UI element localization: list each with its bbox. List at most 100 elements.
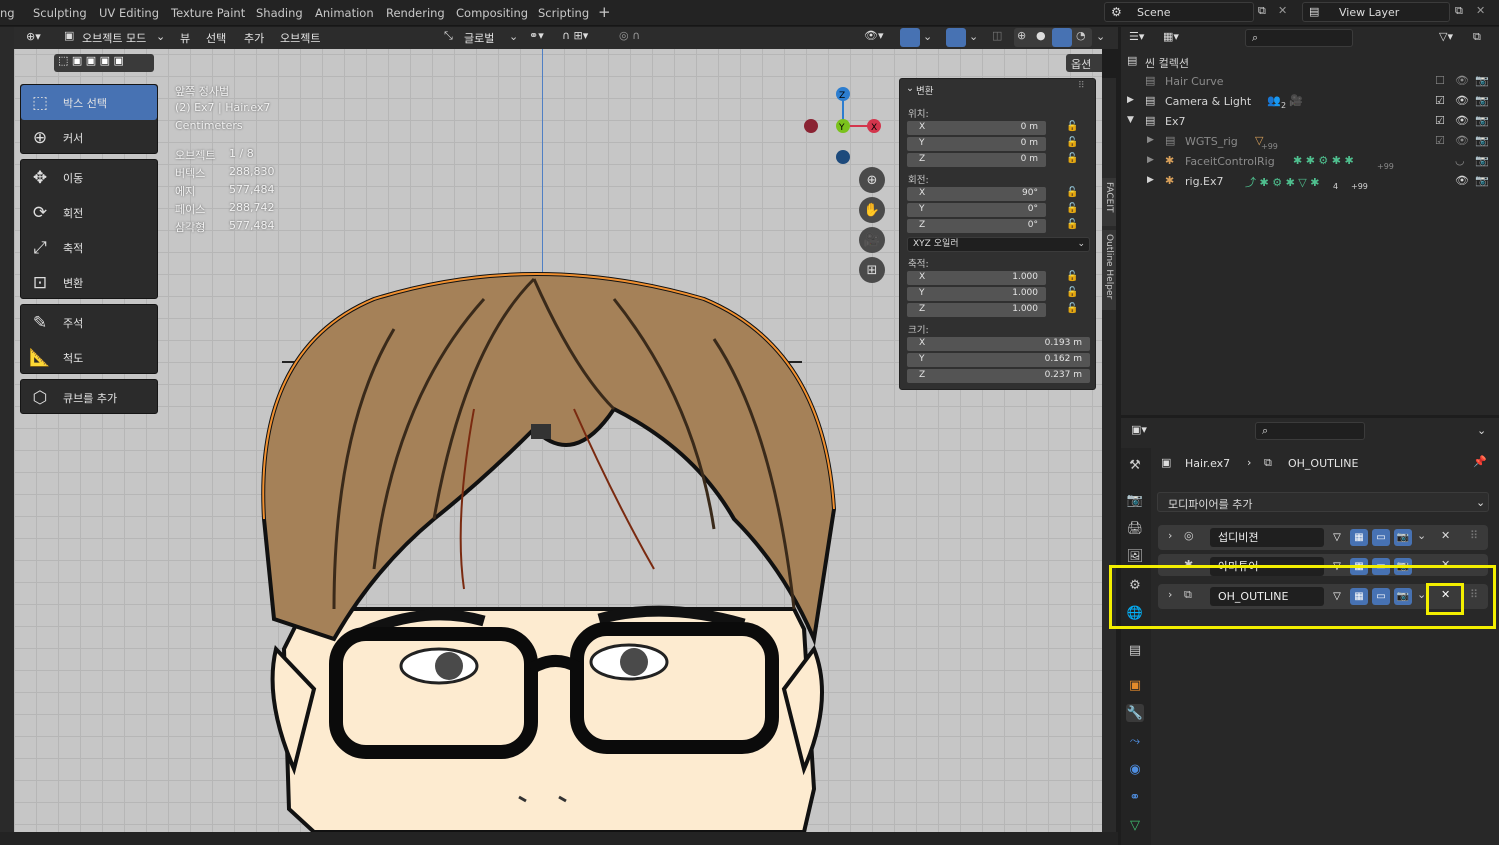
camera-icon[interactable]: 📷 <box>1475 74 1489 87</box>
tool-tab-icon[interactable]: ⚒ <box>1126 456 1144 474</box>
outliner-search-input[interactable]: ⌕ <box>1245 29 1353 47</box>
pin-icon[interactable]: 📌 <box>1473 455 1487 468</box>
add-modifier-dropdown[interactable]: 모디파이어를 추가 ⌄ <box>1157 492 1489 512</box>
tool-add-cube[interactable]: ⬡ 큐브를 추가 <box>21 380 157 415</box>
rotation-mode-dropdown[interactable]: XYZ 오일러 ⌄ <box>907 237 1090 252</box>
rendered-shading-icon[interactable]: ◔ <box>1076 29 1086 42</box>
workspace-tab[interactable]: ng <box>0 6 15 20</box>
object-tab-icon[interactable]: ▣ <box>1126 676 1144 694</box>
chevron-right-icon[interactable]: ▶ <box>1147 155 1154 165</box>
lock-icon[interactable]: 🔓 <box>1066 219 1078 230</box>
camera-icon[interactable]: 📷 <box>1475 134 1489 147</box>
snap-icon[interactable]: ∩ ⊞▾ <box>562 29 588 42</box>
constraints-tab-icon[interactable]: ⚭ <box>1126 788 1144 806</box>
wireframe-shading-icon[interactable]: ⊕ <box>1017 29 1026 42</box>
properties-search-input[interactable]: ⌕ <box>1255 422 1365 440</box>
chevron-right-icon[interactable]: ▶ <box>1147 135 1154 145</box>
tool-scale[interactable]: ⤢ 축적 <box>21 230 157 265</box>
ortho-grid-icon[interactable]: ⊞ <box>859 257 885 283</box>
checkbox-checked-icon[interactable]: ☑ <box>1435 134 1445 147</box>
pivot-icon[interactable]: ⚭▾ <box>529 29 544 42</box>
tool-move[interactable]: ✥ 이동 <box>21 160 157 195</box>
tool-measure[interactable]: 📐 척도 <box>21 340 157 375</box>
tool-annotate[interactable]: ✎ 주석 <box>21 305 157 340</box>
location-x-field[interactable]: X0 m <box>907 121 1046 135</box>
eye-icon[interactable]: 👁 <box>1455 74 1469 87</box>
edit-mode-icon[interactable]: ▦ <box>1350 529 1368 546</box>
tab-outline-helper[interactable]: Outline Helper <box>1102 230 1116 310</box>
tool-cursor[interactable]: ⊕ 커서 <box>21 120 157 155</box>
workspace-tab-uv-editing[interactable]: UV Editing <box>99 6 159 20</box>
chevron-right-icon[interactable]: › <box>1168 529 1172 542</box>
modifier-tab-icon[interactable]: 🔧 <box>1126 704 1144 722</box>
rotation-x-field[interactable]: X 90° <box>907 187 1046 201</box>
close-icon[interactable]: ✕ <box>1441 529 1450 542</box>
workspace-tab-compositing[interactable]: Compositing <box>456 6 528 20</box>
eye-icon[interactable]: 👁 <box>1455 134 1469 147</box>
navigation-gizmo[interactable]: Z X Y <box>799 84 889 174</box>
material-shading-icon[interactable] <box>1052 28 1072 47</box>
drag-handle-icon[interactable]: ⠿ <box>1078 81 1085 91</box>
lock-icon[interactable]: 🔓 <box>1066 203 1078 214</box>
outliner-row[interactable]: ▶ ✱ rig.Ex7 ⤴ ✱ ⚙ ✱ ▽ ✱ 4 +99 👁 📷 <box>1121 172 1499 192</box>
modifier-panel[interactable]: › ◎ 섭디비젼 ▽ ▦ ▭ 📷 ⌄ ✕ ⠿ <box>1158 525 1488 550</box>
particles-tab-icon[interactable]: ⤳ <box>1126 732 1144 750</box>
chevron-down-icon[interactable]: ▼ <box>1127 115 1134 125</box>
camera-icon[interactable]: 📷 <box>1475 94 1489 107</box>
chevron-down-icon[interactable]: ⌄ <box>1417 529 1426 542</box>
data-tab-icon[interactable]: ▽ <box>1126 816 1144 834</box>
dimensions-y-field[interactable]: Y 0.162 m <box>907 353 1090 367</box>
tool-box-select[interactable]: ⬚ 박스 선택 <box>21 85 157 120</box>
outliner-row[interactable]: ▤ Hair Curve ☐ 👁 📷 <box>1121 72 1499 92</box>
output-tab-icon[interactable]: 🖨 <box>1126 519 1144 537</box>
chevron-down-icon[interactable]: ⌄ <box>906 83 914 94</box>
chevron-right-icon[interactable]: ▶ <box>1147 175 1154 185</box>
scale-y-field[interactable]: Y 1.000 <box>907 287 1046 301</box>
checkbox-checked-icon[interactable]: ☑ <box>1435 114 1445 127</box>
add-workspace-button[interactable]: + <box>598 3 611 21</box>
checkbox-checked-icon[interactable]: ☑ <box>1435 94 1445 107</box>
location-y-field[interactable]: Y0 m <box>907 137 1046 151</box>
view-layer-tab-icon[interactable]: 🖼 <box>1126 547 1144 565</box>
visibility-icon[interactable]: 👁▾ <box>864 29 884 42</box>
view-layer-selector[interactable]: ▤ View Layer <box>1302 2 1450 22</box>
camera-view-icon[interactable]: 🎥 <box>859 227 885 253</box>
workspace-tab-scripting[interactable]: Scripting <box>538 6 589 20</box>
mode-dropdown[interactable]: ▣ 오브젝트 모드 ⌄ <box>60 28 168 47</box>
gizmo-toggle[interactable] <box>900 28 920 47</box>
drag-handle-icon[interactable]: ⠿ <box>1470 529 1478 542</box>
orientation-dropdown[interactable]: 글로벌 <box>464 30 494 46</box>
edit-cage-icon[interactable]: ▽ <box>1328 529 1346 546</box>
xray-icon[interactable]: ◫ <box>992 29 1002 42</box>
render-tab-icon[interactable]: 📷 <box>1126 491 1144 509</box>
eye-icon[interactable]: 👁 <box>1455 174 1469 187</box>
filter-view-icon[interactable]: ▦▾ <box>1163 30 1179 43</box>
tool-rotate[interactable]: ⟳ 회전 <box>21 195 157 230</box>
menu-select[interactable]: 선택 <box>206 30 226 46</box>
menu-view[interactable]: 뷰 <box>180 30 190 46</box>
new-scene-icon[interactable]: ⧉ <box>1258 4 1266 18</box>
rotation-z-field[interactable]: Z 0° <box>907 219 1046 233</box>
new-view-layer-icon[interactable]: ⧉ <box>1455 4 1463 18</box>
camera-icon[interactable]: 📷 <box>1475 154 1489 167</box>
new-collection-icon[interactable]: ⧉ <box>1473 30 1481 44</box>
eye-closed-icon[interactable]: ◡ <box>1455 154 1465 167</box>
outliner-row[interactable]: ▶ ▤ Camera & Light 👥 2 🎥 ☑ 👁 📷 <box>1121 92 1499 112</box>
tool-transform[interactable]: ⊡ 변환 <box>21 265 157 300</box>
chevron-right-icon[interactable]: ▶ <box>1127 95 1134 105</box>
lock-icon[interactable]: 🔓 <box>1066 121 1078 132</box>
menu-object[interactable]: 오브젝트 <box>280 30 320 46</box>
scale-z-field[interactable]: Z 1.000 <box>907 303 1046 317</box>
outliner-row[interactable]: ▶ ✱ FaceitControlRig ✱ ✱ ⚙ ✱ ✱ +99 ◡ 📷 <box>1121 152 1499 172</box>
viewport-display-icon[interactable]: ▭ <box>1372 529 1390 546</box>
lock-icon[interactable]: 🔓 <box>1066 153 1078 164</box>
workspace-tab-texture-paint[interactable]: Texture Paint <box>171 6 245 20</box>
checkbox-icon[interactable]: ☐ <box>1435 74 1445 87</box>
location-z-field[interactable]: Z0 m <box>907 153 1046 167</box>
chevron-down-icon[interactable]: ⌄ <box>1477 424 1486 437</box>
workspace-tab-sculpting[interactable]: Sculpting <box>33 6 87 20</box>
editor-type-icon[interactable]: ⊕▾ <box>26 30 41 43</box>
delete-view-layer-icon[interactable]: ✕ <box>1476 4 1485 17</box>
camera-icon[interactable]: 📷 <box>1475 174 1489 187</box>
editor-type-icon[interactable]: ▣▾ <box>1131 423 1147 436</box>
